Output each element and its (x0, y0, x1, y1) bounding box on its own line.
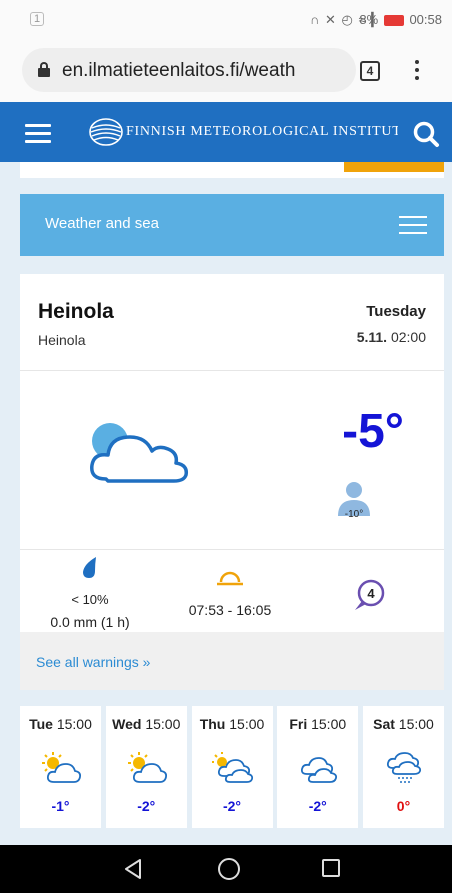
clock: 00:58 (409, 12, 442, 27)
home-icon[interactable] (218, 858, 240, 880)
accent-tab (344, 162, 444, 172)
forecast-day-wed[interactable]: Wed 15:00 -2° (105, 706, 187, 828)
forecast-weekday: Fri (289, 716, 308, 732)
date: 5.11. (356, 329, 388, 345)
forecast-weekday: Thu (199, 716, 226, 732)
section-nav-bar[interactable]: Weather and sea (20, 194, 444, 256)
forecast-time: 15:00 (141, 716, 181, 732)
browser-toolbar: en.ilmatieteenlaitos.fi/weath 4 (0, 40, 452, 102)
partly-sunny-icon (126, 752, 168, 784)
forecast-temperature: -2° (222, 798, 242, 814)
site-header: FINNISH METEOROLOGICAL INSTITUTE (0, 102, 452, 162)
precip-amount: 0.0 mm (1 h) (50, 614, 130, 630)
forecast-day-label: Tue 15:00 (20, 716, 101, 732)
forecast-time: 15:00 (307, 716, 347, 732)
address-bar[interactable]: en.ilmatieteenlaitos.fi/weath (22, 48, 356, 92)
precip-probability: < 10% (71, 592, 109, 607)
partly-cloudy-icon (211, 752, 254, 784)
url-text[interactable]: en.ilmatieteenlaitos.fi/weath (62, 60, 352, 82)
time: 02:00 (390, 329, 426, 345)
battery-percent: 8% (359, 12, 379, 27)
forecast-day-thu[interactable]: Thu 15:00 -2° (191, 706, 273, 828)
forecast-day-tue[interactable]: Tue 15:00 -1° (20, 706, 101, 828)
divider (20, 370, 444, 371)
divider (20, 549, 444, 550)
forecast-temperature: -2° (137, 798, 156, 814)
section-nav-label[interactable]: Weather and sea (45, 215, 159, 232)
lock-icon[interactable] (38, 62, 50, 77)
forecast-temperature: -2° (308, 798, 327, 814)
see-all-warnings-link[interactable]: See all warnings » (36, 654, 150, 670)
current-weather-card: Heinola Heinola Tuesday 5.11. 02:00 -5° … (20, 274, 444, 690)
alarm-icon: ◴ (341, 12, 354, 27)
feels-like-temp: -10° (345, 509, 363, 520)
mute-icon: ✕ (324, 12, 337, 27)
partly-sunny-icon (40, 752, 82, 784)
search-icon[interactable] (412, 120, 440, 148)
forecast-strip: Tue 15:00 -1° Wed 15:00 -2° Thu 15:00 -2° Fri … (20, 706, 444, 828)
forecast-day-label: Wed 15:00 (106, 716, 187, 732)
forecast-time: 15:00 (394, 716, 434, 732)
top-strip (20, 162, 444, 178)
battery-icon (383, 15, 404, 27)
forecast-weekday: Tue (29, 716, 53, 732)
warnings-count[interactable]: 4 (367, 586, 375, 601)
sunrise-sunset-times: 07:53 - 16:05 (188, 602, 272, 618)
raindrop-icon (83, 557, 96, 578)
headphones-icon: ∩ (310, 12, 321, 27)
status-bar: 1 ∩ ✕ ◴ ≈ ▎ 8% 00:58 (0, 0, 452, 40)
forecast-day-fri[interactable]: Fri 15:00 -2° (277, 706, 359, 828)
more-menu-icon[interactable] (414, 58, 420, 82)
cloudy-icon (297, 752, 339, 784)
fmi-logo-icon[interactable] (88, 117, 124, 147)
tab-switcher-button[interactable]: 4 (360, 61, 380, 81)
main-menu-icon[interactable] (25, 124, 51, 143)
forecast-time: 15:00 (52, 716, 92, 732)
forecast-weekday: Sat (373, 716, 395, 732)
warnings-bar: See all warnings » (20, 632, 444, 690)
site-title[interactable]: FINNISH METEOROLOGICAL INSTITUTE (126, 124, 398, 140)
notification-badge: 1 (30, 12, 44, 26)
sleet-icon (383, 752, 425, 784)
current-temperature: -5° (342, 405, 404, 458)
city-name: Heinola (38, 300, 114, 323)
weekday: Tuesday (366, 303, 426, 320)
status-right: 8% 00:58 (359, 12, 442, 27)
recent-apps-icon[interactable] (322, 859, 340, 877)
forecast-day-label: Thu 15:00 (192, 716, 273, 732)
forecast-temperature: 0° (396, 798, 411, 814)
system-nav-bar (0, 845, 452, 893)
cloudy-icon (90, 423, 189, 483)
forecast-day-label: Fri 15:00 (277, 716, 358, 732)
date-time: 5.11. 02:00 (357, 329, 426, 345)
sunrise-icon (217, 571, 243, 586)
forecast-time: 15:00 (225, 716, 265, 732)
warning-bubble-icon[interactable]: 4 (353, 579, 385, 613)
feels-like-icon: -10° (338, 482, 370, 520)
back-icon[interactable] (122, 857, 144, 881)
forecast-day-label: Sat 15:00 (363, 716, 444, 732)
forecast-day-sat[interactable]: Sat 15:00 0° (363, 706, 444, 828)
city-subtitle: Heinola (38, 332, 86, 348)
forecast-temperature: -1° (51, 798, 70, 814)
section-menu-icon[interactable] (399, 216, 427, 234)
forecast-weekday: Wed (112, 716, 142, 732)
